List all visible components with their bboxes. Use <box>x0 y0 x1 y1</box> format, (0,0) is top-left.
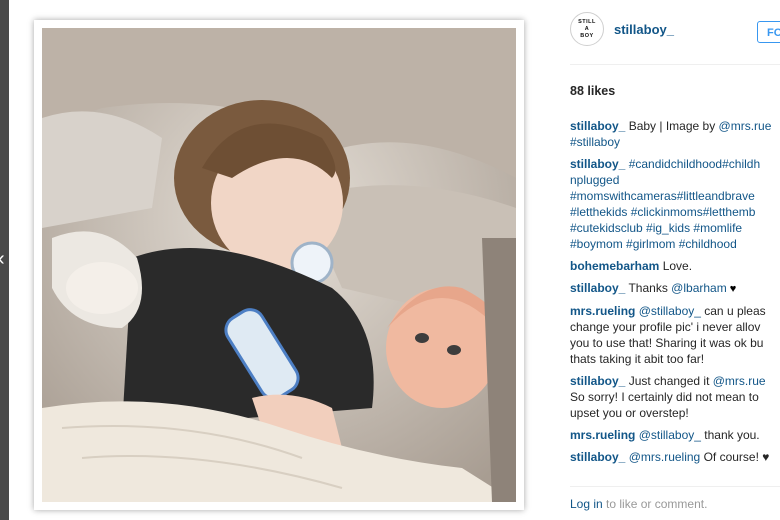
follow-button[interactable]: FO <box>757 21 780 43</box>
comment-item: stillaboy_ #candidchildhood#childh nplugg… <box>570 156 780 252</box>
hashtag-link[interactable]: #cutekidsclub #ig_kids #momlife <box>570 221 742 235</box>
comment-line: So sorry! I certainly did not mean to <box>570 389 780 405</box>
comment-text: So sorry! I certainly did not mean to <box>570 390 759 404</box>
comment-text: Just changed it <box>625 374 713 388</box>
footer: Log in to like or comment. <box>570 497 707 511</box>
comment-line: stillaboy_ #candidchildhood#childh <box>570 156 780 172</box>
comment-text: upset you or overstep! <box>570 406 689 420</box>
hashtag-link[interactable]: #letthekids #clickinmoms#letthemb <box>570 205 755 219</box>
header-divider <box>570 64 780 65</box>
comment-line: thats taking it abit too far! <box>570 351 780 367</box>
avatar-text-line: BOY <box>580 33 594 39</box>
post-header: STILL A BOY stillaboy_ FO <box>570 12 780 52</box>
comment-item: mrs.rueling @stillaboy_ can u pleas chang… <box>570 303 780 367</box>
comment-text: change your profile pic' i never allov <box>570 320 761 334</box>
likes-count[interactable]: 88 likes <box>570 84 615 98</box>
comment-text: thank you. <box>700 428 760 442</box>
comment-line: #letthekids #clickinmoms#letthemb <box>570 204 780 220</box>
footer-text: to like or comment. <box>602 497 708 511</box>
comment-line: upset you or overstep! <box>570 405 780 421</box>
comment-line: #momswithcameras#littleandbrave <box>570 188 780 204</box>
comment-line: mrs.rueling @stillaboy_ can u pleas <box>570 303 780 319</box>
post-photo-frame <box>34 20 524 510</box>
comment-username-link[interactable]: stillaboy_ <box>570 157 625 171</box>
header-username-link[interactable]: stillaboy_ <box>614 22 674 37</box>
post-side-panel: STILL A BOY stillaboy_ FO 88 likes still… <box>570 0 780 520</box>
comment-text: Of course! ♥ <box>700 450 770 464</box>
mention-link[interactable]: @lbarham <box>671 281 727 295</box>
hashtag-link[interactable]: #stillaboy <box>570 135 620 149</box>
comment-text: Baby | Image by <box>625 119 719 133</box>
comment-text: Love. <box>659 259 693 273</box>
comment-line: nplugged <box>570 172 780 188</box>
comment-username-link[interactable]: mrs.rueling <box>570 428 635 442</box>
comment-line: stillaboy_ @mrs.rueling Of course! ♥ <box>570 449 780 465</box>
comment-line: #stillaboy <box>570 134 780 150</box>
post-photo-illustration <box>42 28 516 502</box>
comment-text: can u pleas <box>700 304 766 318</box>
comment-line: stillaboy_ Baby | Image by @mrs.rue <box>570 118 780 134</box>
avatar-text-line: STILL <box>578 19 596 25</box>
footer-divider <box>570 486 780 487</box>
comment-item: stillaboy_ Baby | Image by @mrs.rue #stil… <box>570 118 780 150</box>
comments-list: stillaboy_ Baby | Image by @mrs.rue #stil… <box>570 118 780 471</box>
hashtag-link[interactable]: #boymom #girlmom #childhood <box>570 237 737 251</box>
comment-line: stillaboy_ Just changed it @mrs.rue <box>570 373 780 389</box>
mention-link[interactable]: @stillaboy_ <box>639 428 701 442</box>
login-link[interactable]: Log in <box>570 497 603 511</box>
comment-line: bohemebarham Love. <box>570 258 780 274</box>
avatar[interactable]: STILL A BOY <box>570 12 604 46</box>
mention-link[interactable]: @mrs.rue <box>713 374 766 388</box>
mention-link[interactable]: @stillaboy_ <box>639 304 701 318</box>
comment-username-link[interactable]: stillaboy_ <box>570 281 625 295</box>
comment-text: thats taking it abit too far! <box>570 352 705 366</box>
post-photo <box>42 28 516 502</box>
comment-line: mrs.rueling @stillaboy_ thank you. <box>570 427 780 443</box>
mention-link[interactable]: @mrs.rueling <box>629 450 701 464</box>
comment-text: Thanks <box>625 281 672 295</box>
comment-username-link[interactable]: stillaboy_ <box>570 119 625 133</box>
heart-icon: ♥ <box>726 283 737 295</box>
comment-line: #cutekidsclub #ig_kids #momlife <box>570 220 780 236</box>
previous-arrow-icon[interactable]: ‹ <box>0 248 10 270</box>
comment-line: change your profile pic' i never allov <box>570 319 780 335</box>
comment-item: stillaboy_ @mrs.rueling Of course! ♥ <box>570 449 780 465</box>
mention-link[interactable]: @mrs.rue <box>719 119 772 133</box>
comment-item: bohemebarham Love. <box>570 258 780 274</box>
comment-username-link[interactable]: stillaboy_ <box>570 450 625 464</box>
comment-item: stillaboy_ Just changed it @mrs.rue So so… <box>570 373 780 421</box>
comment-line: stillaboy_ Thanks @lbarham ♥ <box>570 280 780 297</box>
comment-line: you to use that! Sharing it was ok bu <box>570 335 780 351</box>
comment-username-link[interactable]: mrs.rueling <box>570 304 635 318</box>
hashtag-link[interactable]: #momswithcameras#littleandbrave <box>570 189 755 203</box>
comment-line: #boymom #girlmom #childhood <box>570 236 780 252</box>
hashtag-link[interactable]: nplugged <box>570 173 619 187</box>
comment-item: mrs.rueling @stillaboy_ thank you. <box>570 427 780 443</box>
comment-text: you to use that! Sharing it was ok bu <box>570 336 764 350</box>
hashtag-link[interactable]: #candidchildhood#childh <box>625 157 760 171</box>
comment-username-link[interactable]: stillaboy_ <box>570 374 625 388</box>
comment-item: stillaboy_ Thanks @lbarham ♥ <box>570 280 780 297</box>
avatar-text-line: A <box>584 26 590 32</box>
comment-username-link[interactable]: bohemebarham <box>570 259 659 273</box>
